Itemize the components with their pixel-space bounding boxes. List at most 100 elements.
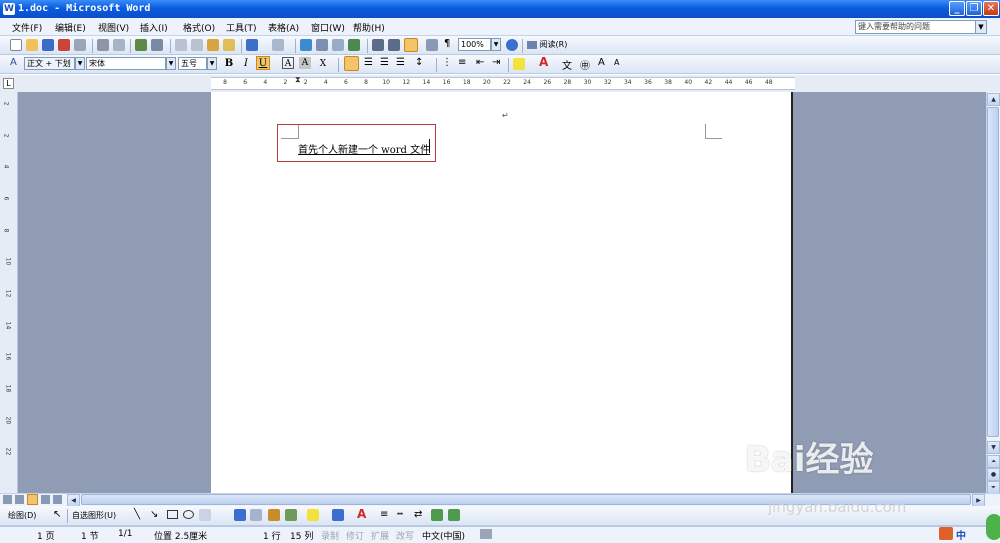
- status-rec[interactable]: 录制: [321, 529, 339, 542]
- scroll-up-icon[interactable]: ▲: [987, 93, 1000, 106]
- bold-button[interactable]: B: [222, 57, 236, 71]
- close-icon[interactable]: ✕: [983, 1, 999, 16]
- draw-menu[interactable]: 绘图(D): [8, 510, 36, 521]
- format-painter-icon[interactable]: [223, 39, 235, 51]
- restore-icon[interactable]: ❐: [966, 1, 982, 16]
- hyperlink-icon[interactable]: [300, 39, 312, 51]
- align-center-icon[interactable]: ☰: [364, 57, 373, 68]
- distributed-icon[interactable]: ☰: [396, 57, 405, 68]
- shadow-icon[interactable]: [431, 509, 443, 521]
- insert-excel-icon[interactable]: [348, 39, 360, 51]
- char-shading-icon[interactable]: A: [299, 57, 311, 69]
- redo-icon[interactable]: [272, 39, 284, 51]
- char-scaling-icon[interactable]: X: [316, 57, 330, 71]
- research-icon[interactable]: [151, 39, 163, 51]
- font-size-select[interactable]: 五号: [178, 57, 207, 70]
- align-justify-icon[interactable]: [344, 56, 359, 71]
- menu-view[interactable]: 视图(V): [98, 21, 129, 34]
- picture-icon[interactable]: [285, 509, 297, 521]
- pilcrow-icon[interactable]: ¶: [444, 38, 450, 49]
- insert-table-icon[interactable]: [332, 39, 344, 51]
- previous-page-icon[interactable]: ⏶: [987, 455, 1000, 468]
- select-browse-object-icon[interactable]: ●: [987, 468, 1000, 481]
- normal-view-icon[interactable]: [3, 495, 12, 504]
- menu-file[interactable]: 文件(F): [12, 21, 42, 34]
- document-map-icon[interactable]: [404, 38, 418, 52]
- menu-format[interactable]: 格式(O): [183, 21, 215, 34]
- char-border-icon[interactable]: A: [282, 57, 294, 69]
- copy-icon[interactable]: [191, 39, 203, 51]
- line-color-icon[interactable]: [332, 509, 344, 521]
- status-ovr[interactable]: 改写: [396, 529, 414, 542]
- open-folder-icon[interactable]: [26, 39, 38, 51]
- read-button[interactable]: 阅读(R): [527, 38, 567, 52]
- textbox-icon[interactable]: [199, 509, 211, 521]
- grow-font-icon[interactable]: A: [598, 57, 605, 68]
- menu-edit[interactable]: 编辑(E): [55, 21, 86, 34]
- menu-help[interactable]: 帮助(H): [353, 21, 385, 34]
- vertical-ruler[interactable]: 2 2 4 6 8 10 12 14 16 18 20 22: [0, 92, 18, 493]
- dash-style-icon[interactable]: ┅: [397, 509, 403, 520]
- italic-button[interactable]: I: [239, 57, 253, 71]
- select-objects-icon[interactable]: ↖: [53, 509, 61, 520]
- paste-icon[interactable]: [207, 39, 219, 51]
- text-color-icon[interactable]: A: [357, 507, 366, 521]
- drawing-icon[interactable]: [388, 39, 400, 51]
- help-search-input[interactable]: 键入需要帮助的问题: [855, 20, 987, 34]
- diagram-icon[interactable]: [250, 509, 262, 521]
- chevron-down-icon[interactable]: ▼: [207, 57, 217, 70]
- new-document-icon[interactable]: [10, 39, 22, 51]
- permission-icon[interactable]: [58, 39, 70, 51]
- highlight-icon[interactable]: [513, 58, 525, 70]
- tables-borders-icon[interactable]: [316, 39, 328, 51]
- style-select[interactable]: 正文 + 下划: [24, 57, 75, 70]
- menu-table[interactable]: 表格(A): [268, 21, 299, 34]
- wubi-icon[interactable]: 文: [562, 57, 572, 72]
- status-ext[interactable]: 扩展: [371, 529, 389, 542]
- zoom-select[interactable]: 100%: [458, 38, 491, 51]
- decrease-indent-icon[interactable]: ⇤: [476, 57, 484, 68]
- bullets-icon[interactable]: ≡: [458, 57, 466, 68]
- styles-pane-icon[interactable]: A: [10, 57, 17, 68]
- spelling-status-icon[interactable]: [480, 529, 492, 539]
- line-icon[interactable]: ╲: [134, 509, 140, 520]
- underline-button[interactable]: U: [256, 56, 270, 70]
- chevron-down-icon[interactable]: ▼: [75, 57, 85, 70]
- numbering-icon[interactable]: ⋮: [442, 57, 452, 68]
- clipart-icon[interactable]: [268, 509, 280, 521]
- oval-icon[interactable]: [183, 510, 194, 519]
- reading-view-icon[interactable]: [53, 495, 62, 504]
- arrow-style-icon[interactable]: ⇄: [414, 509, 422, 520]
- font-color-icon[interactable]: A: [539, 55, 548, 69]
- enclose-char-icon[interactable]: ㊥: [580, 57, 590, 72]
- scroll-down-icon[interactable]: ▼: [987, 441, 1000, 454]
- 3d-icon[interactable]: [448, 509, 460, 521]
- minimize-icon[interactable]: _: [949, 1, 965, 16]
- show-hide-icon[interactable]: [426, 39, 438, 51]
- outline-view-icon[interactable]: [41, 495, 50, 504]
- menu-window[interactable]: 窗口(W): [311, 21, 345, 34]
- line-style-icon[interactable]: ≡: [380, 509, 388, 520]
- print-icon[interactable]: [97, 39, 109, 51]
- arrow-icon[interactable]: ↘: [150, 509, 158, 520]
- menu-tools[interactable]: 工具(T): [226, 21, 257, 34]
- align-right-icon[interactable]: ☰: [380, 57, 389, 68]
- ime-toolbar-icon[interactable]: [986, 514, 1000, 540]
- wordart-icon[interactable]: [234, 509, 246, 521]
- font-select[interactable]: 宋体: [86, 57, 166, 70]
- cut-icon[interactable]: [175, 39, 187, 51]
- web-view-icon[interactable]: [15, 495, 24, 504]
- chevron-down-icon[interactable]: ▼: [975, 20, 987, 34]
- chevron-down-icon[interactable]: ▼: [166, 57, 176, 70]
- shrink-font-icon[interactable]: A: [614, 58, 619, 67]
- word-app-icon[interactable]: W: [3, 3, 15, 15]
- columns-icon[interactable]: [372, 39, 384, 51]
- rectangle-icon[interactable]: [167, 510, 178, 519]
- status-trk[interactable]: 修订: [346, 529, 364, 542]
- ime-icon[interactable]: [939, 527, 953, 540]
- help-icon[interactable]: [506, 39, 518, 51]
- fill-color-icon[interactable]: [307, 509, 319, 521]
- email-icon[interactable]: [74, 39, 86, 51]
- spelling-icon[interactable]: [135, 39, 147, 51]
- autoshapes-menu[interactable]: 自选图形(U): [72, 510, 116, 521]
